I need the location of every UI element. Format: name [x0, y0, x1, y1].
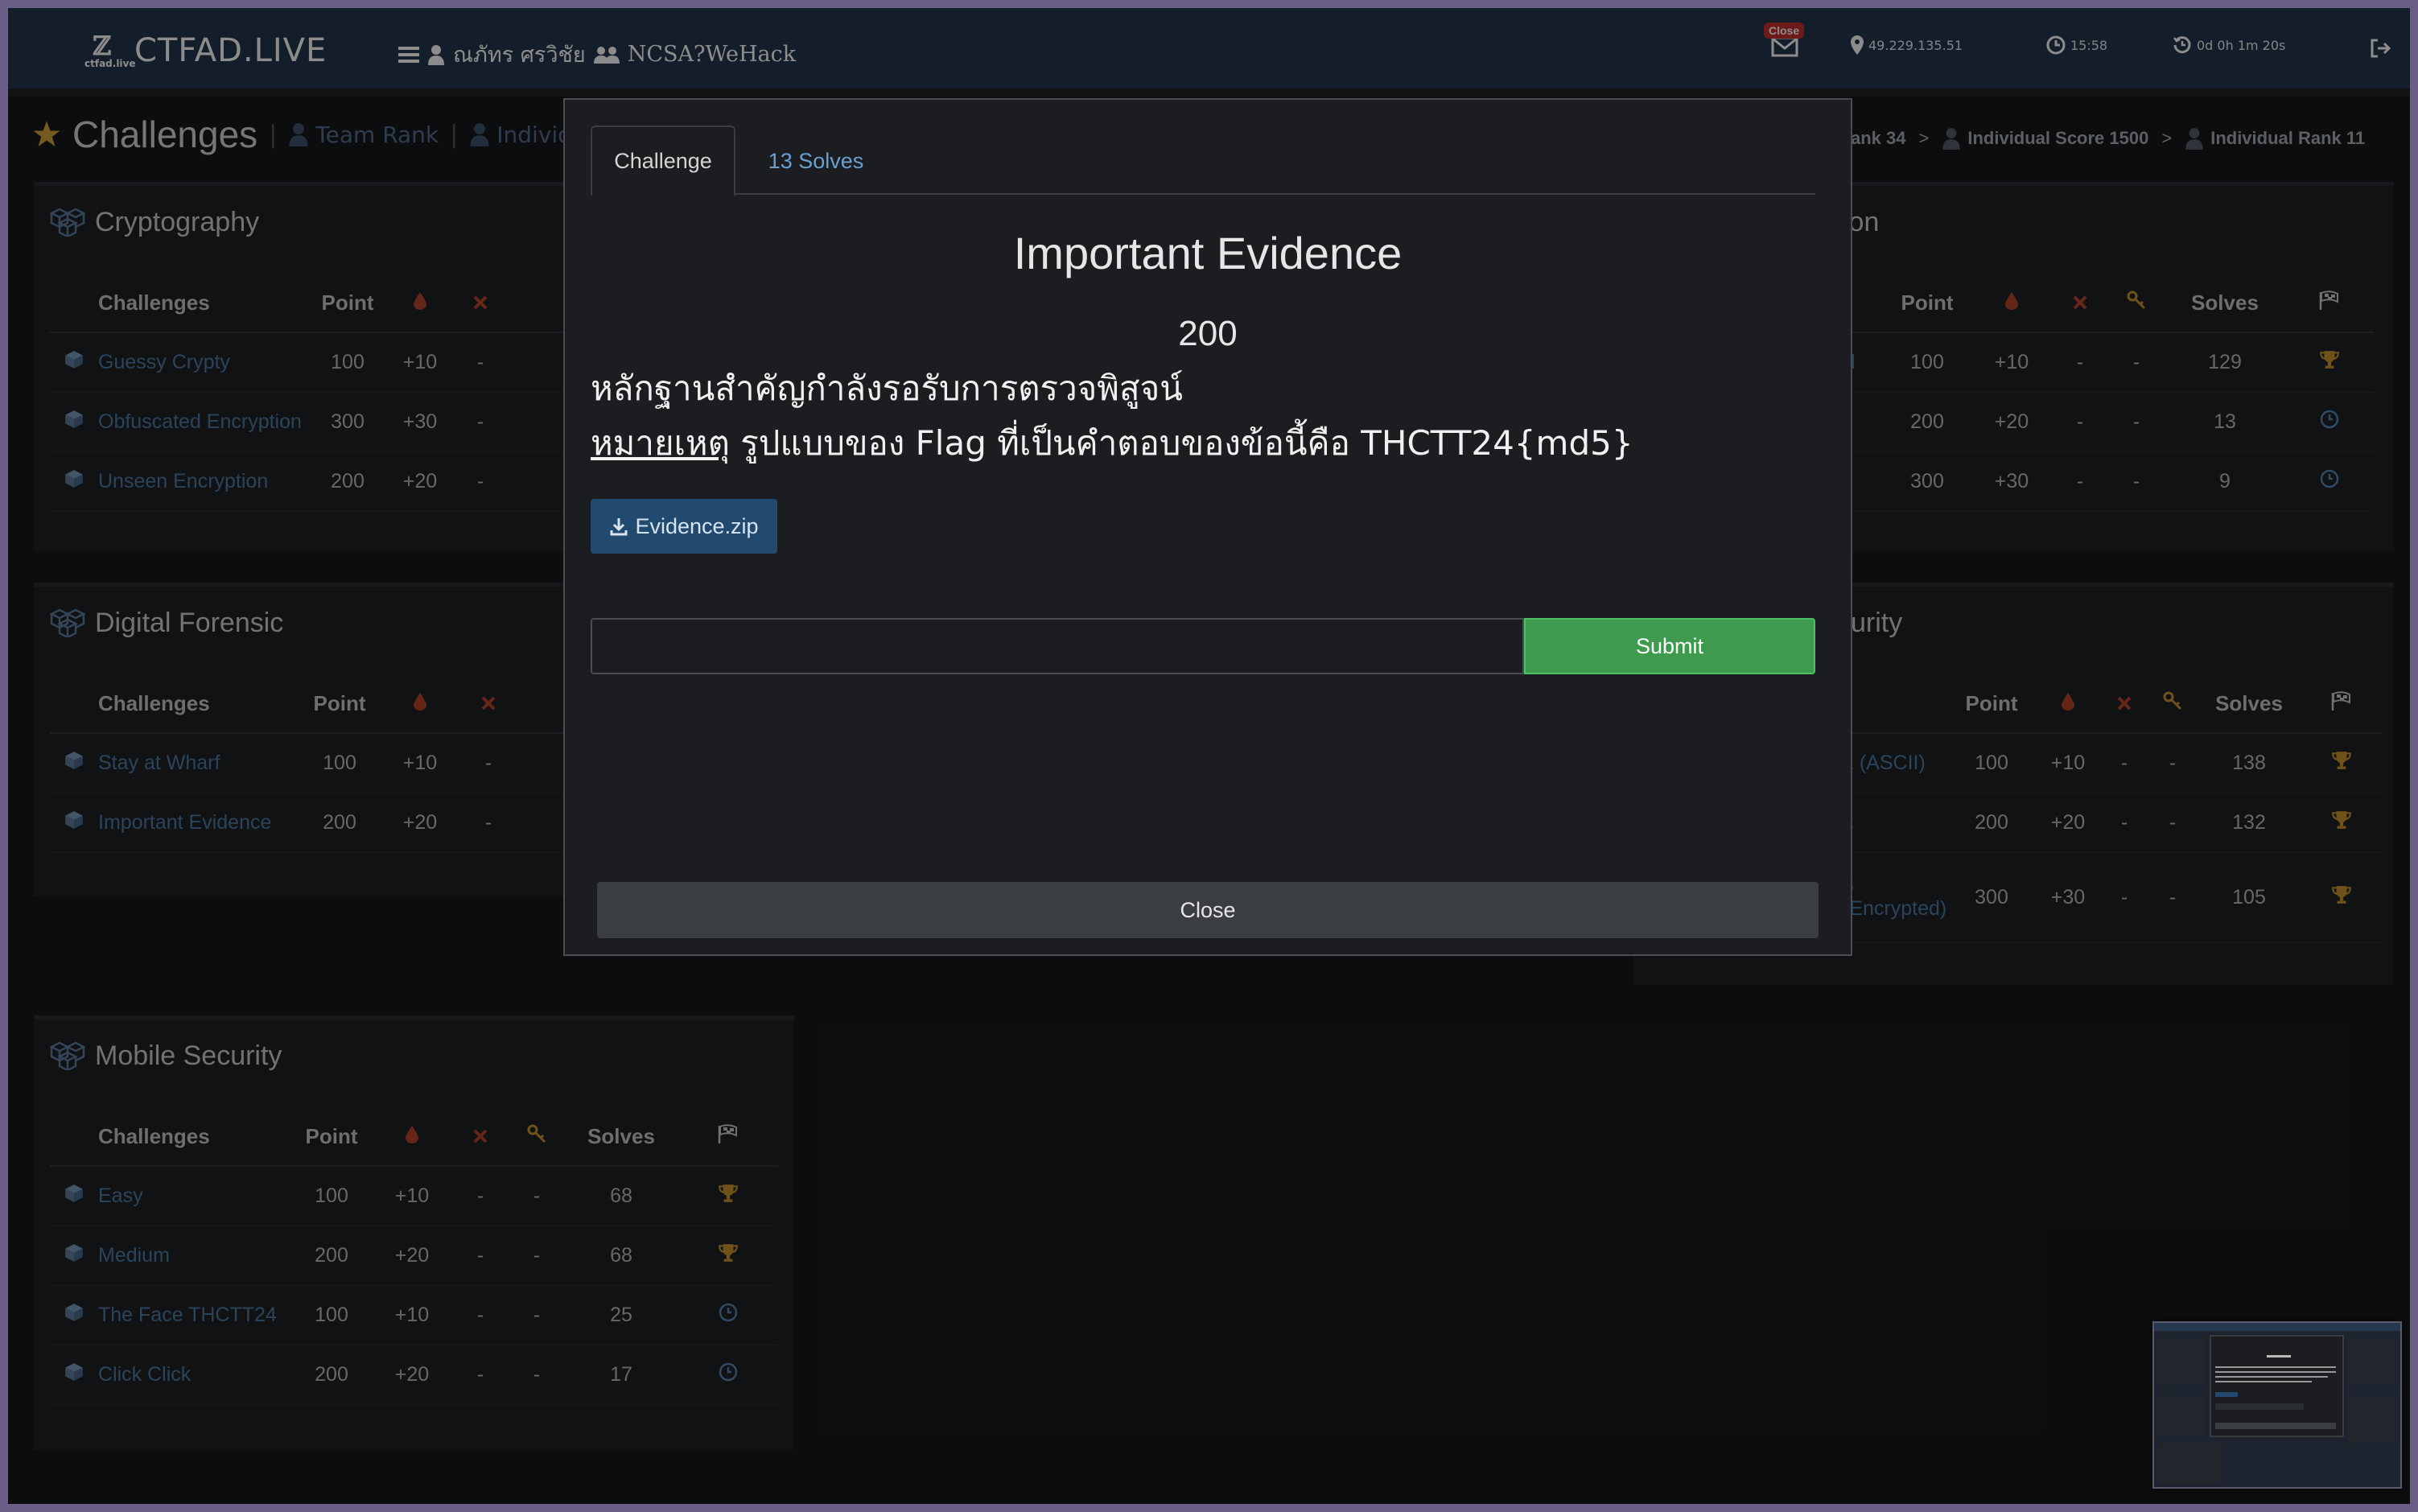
- close-button[interactable]: Close: [597, 882, 1819, 938]
- challenge-points: 200: [1178, 314, 1238, 353]
- challenge-note: หมายเหตุ รูปแบบของ Flag ที่เป็นคำตอบของข…: [591, 417, 1633, 470]
- note-label: หมายเหตุ: [591, 423, 730, 463]
- challenge-modal: Challenge 13 Solves Important Evidence 2…: [563, 98, 1852, 956]
- browser-frame: ℤ ctfad.live CTFAD.LIVE ณภัทร ศรวิชัย NC…: [8, 8, 2410, 1504]
- download-icon: [609, 517, 628, 536]
- tab-solves[interactable]: 13 Solves: [760, 126, 872, 196]
- download-file-button[interactable]: Evidence.zip: [591, 499, 777, 554]
- modal-tabs: Challenge 13 Solves: [591, 126, 1815, 196]
- submit-button[interactable]: Submit: [1524, 618, 1815, 674]
- download-file-label: Evidence.zip: [635, 513, 759, 538]
- challenge-title: Important Evidence: [1013, 228, 1403, 278]
- tab-challenge[interactable]: Challenge: [591, 126, 735, 196]
- challenge-description: หลักฐานสำคัญกำลังรอรับการตรวจพิสูจน์: [591, 369, 1183, 408]
- flag-input[interactable]: [591, 618, 1524, 674]
- screenshot-thumbnail[interactable]: [2152, 1321, 2402, 1489]
- note-text: รูปแบบของ Flag ที่เป็นคำตอบของข้อนี้คือ …: [729, 423, 1633, 463]
